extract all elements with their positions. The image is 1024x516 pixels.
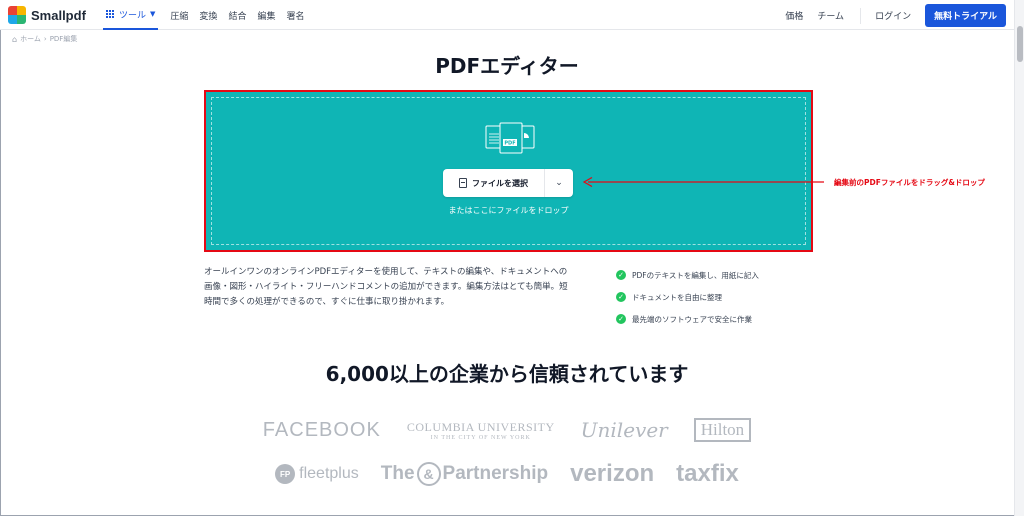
team-link[interactable]: チーム	[817, 9, 844, 22]
choose-file-label: ファイルを選択	[472, 178, 528, 188]
chevron-down-icon: ⌄	[555, 178, 563, 188]
breadcrumb-current: PDF編集	[49, 35, 78, 43]
page-title: PDFエディター	[435, 54, 579, 78]
nav-item-sign[interactable]: 署名	[286, 9, 304, 22]
annotation-label: 編集前のPDFファイルをドラッグ&ドロップ	[834, 178, 985, 187]
choose-file-button-group: ファイルを選択 ⌄	[443, 169, 573, 197]
trusted-by-heading: 6,000以上の企業から信頼されています	[325, 362, 689, 386]
home-icon: ⌂	[12, 34, 18, 44]
scrollbar-thumb[interactable]	[1017, 26, 1023, 62]
ampersand-circle-icon: &	[416, 462, 441, 486]
tool-description: オールインワンのオンラインPDFエディターを使用して、テキストの編集や、ドキュメ…	[204, 267, 568, 307]
nav-item-convert[interactable]: 変換	[199, 9, 217, 22]
fleetplus-logo-text: fleetplus	[299, 465, 359, 482]
nav-item-compress[interactable]: 圧縮	[170, 9, 188, 22]
login-link[interactable]: ログイン	[875, 9, 911, 22]
nav-item-merge[interactable]: 結合	[228, 9, 246, 22]
main-nav: ツール ▼ 圧縮 変換 結合 編集 署名	[103, 0, 315, 30]
breadcrumb-home[interactable]: ホーム	[20, 34, 41, 44]
check-circle-icon: ✓	[616, 292, 626, 302]
pricing-link[interactable]: 価格	[785, 9, 803, 22]
drop-hint-text: またはここにファイルをドロップ	[448, 206, 569, 215]
hilton-logo: Hilton	[693, 418, 752, 442]
choose-file-button[interactable]: ファイルを選択	[443, 169, 545, 197]
the-partnership-logo: The & Partnership	[381, 462, 548, 486]
partnership-pre: The	[380, 463, 415, 484]
columbia-logo-sub: IN THE CITY OF NEW YORK	[430, 434, 531, 441]
feature-item: ✓ PDFのテキストを編集し、用紙に記入	[616, 264, 759, 286]
feature-list: ✓ PDFのテキストを編集し、用紙に記入 ✓ ドキュメントを自由に整理 ✓ 最先…	[616, 264, 759, 330]
nav-divider	[860, 7, 862, 24]
top-navigation-bar: Smallpdf ツール ▼ 圧縮 変換 結合 編集 署名 価格 チーム ログイ…	[0, 0, 1014, 30]
apps-grid-icon	[106, 9, 115, 19]
source-dropdown-button[interactable]: ⌄	[545, 169, 573, 197]
logo-text: Smallpdf	[31, 7, 86, 23]
feature-text: 最先端のソフトウェアで安全に作業	[632, 314, 752, 324]
nav-tools-label: ツール	[119, 10, 147, 21]
breadcrumb: ⌂ ホーム › PDF編集	[12, 34, 77, 44]
facebook-logo: FACEBOOK	[262, 418, 381, 441]
verizon-logo: verizon	[570, 460, 655, 487]
caret-down-icon: ▼	[150, 10, 156, 18]
partnership-post: Partnership	[442, 463, 549, 484]
customer-logos-row: FACEBOOK COLUMBIA UNIVERSITY IN THE CITY…	[0, 418, 1014, 442]
fleetplus-logo: FP fleetplus	[275, 464, 359, 484]
feature-item: ✓ ドキュメントを自由に整理	[616, 286, 759, 308]
smallpdf-logo-icon	[8, 6, 26, 24]
customer-logos-row: FP fleetplus The & Partnership verizon t…	[0, 460, 1014, 488]
page-scrollbar[interactable]	[1014, 0, 1024, 516]
feature-text: ドキュメントを自由に整理	[632, 292, 722, 302]
file-drop-zone[interactable]: PDF ファイルを選択 ⌄ またはここにファイルをドロップ	[204, 90, 813, 252]
smallpdf-logo[interactable]: Smallpdf	[8, 6, 86, 24]
check-circle-icon: ✓	[616, 314, 626, 324]
nav-tools-menu[interactable]: ツール ▼	[103, 0, 159, 30]
file-upload-icon	[459, 178, 467, 188]
feature-item: ✓ 最先端のソフトウェアで安全に作業	[616, 308, 759, 330]
pdf-badge-text: PDF	[504, 141, 515, 147]
columbia-logo-main: COLUMBIA UNIVERSITY	[406, 419, 555, 434]
files-illustration-icon: PDF	[485, 122, 535, 154]
annotation-arrow-icon	[582, 177, 824, 187]
feature-text: PDFのテキストを編集し、用紙に記入	[632, 270, 759, 280]
free-trial-button[interactable]: 無料トライアル	[925, 4, 1006, 27]
fleetplus-badge-icon: FP	[275, 464, 296, 484]
nav-right: 価格 チーム ログイン 無料トライアル	[771, 4, 1006, 27]
columbia-university-logo: COLUMBIA UNIVERSITY IN THE CITY OF NEW Y…	[407, 420, 555, 441]
nav-item-edit[interactable]: 編集	[257, 9, 275, 22]
breadcrumb-separator-icon: ›	[43, 35, 47, 43]
unilever-logo: Unilever	[580, 418, 668, 442]
check-circle-icon: ✓	[616, 270, 626, 280]
taxfix-logo: taxfix	[676, 460, 739, 487]
